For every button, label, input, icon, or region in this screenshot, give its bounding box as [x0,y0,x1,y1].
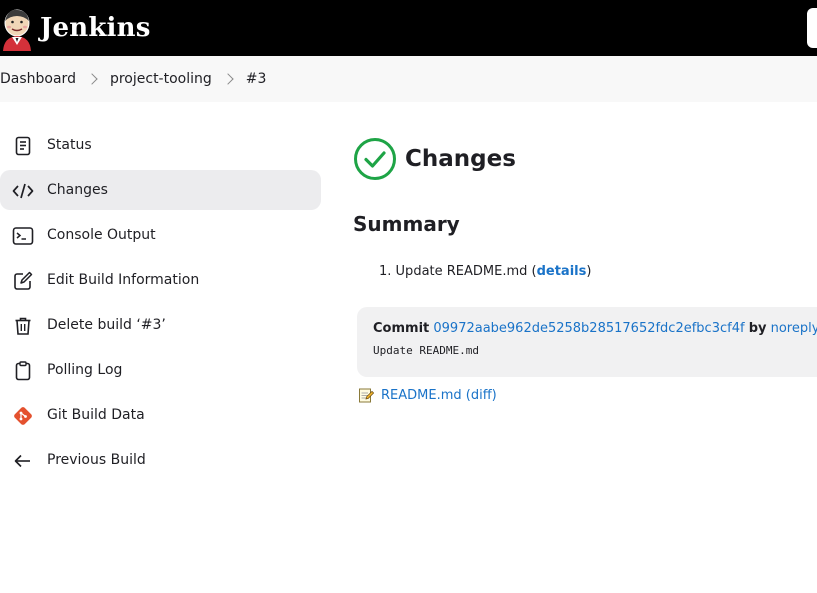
breadcrumb-project[interactable]: project-tooling [110,71,212,87]
chevron-right-icon [86,73,98,85]
success-check-icon [354,138,396,180]
status-icon [12,135,34,157]
summary-heading: Summary [353,212,460,236]
sidebar-item-changes[interactable]: Changes [0,170,321,210]
sidebar-item-label: Delete build ‘#3’ [47,317,166,333]
git-icon [12,405,34,427]
sidebar-item-console-output[interactable]: Console Output [0,215,322,255]
edit-icon [12,270,34,292]
header-search-box[interactable] [807,8,817,48]
sidebar-item-label: Changes [47,182,108,198]
commit-by: by [748,321,767,336]
sidebar-item-label: Previous Build [47,452,146,468]
change-item-text: Update README.md ( [395,264,537,279]
breadcrumb-dashboard[interactable]: Dashboard [0,71,76,87]
breadcrumb-build[interactable]: #3 [246,71,267,87]
page-title: Changes [405,146,516,172]
terminal-icon [12,225,34,247]
sidebar-item-edit-build-information[interactable]: Edit Build Information [0,260,322,300]
commit-label: Commit [373,321,430,336]
commit-hash-link[interactable]: 09972aabe962de5258b28517652fdc2efbc3cf4f [433,321,744,336]
sidebar-item-label: Git Build Data [47,407,145,423]
sidebar-item-git-build-data[interactable]: Git Build Data [0,395,322,435]
clipboard-icon [12,360,34,382]
commit-author-link[interactable]: noreply [771,321,817,336]
change-item-number: 1. [379,264,392,279]
arrow-left-icon [12,450,34,472]
sidebar-item-label: Edit Build Information [47,272,200,288]
breadcrumb: Dashboard project-tooling #3 [0,56,817,102]
chevron-right-icon [222,73,234,85]
sidebar-item-label: Console Output [47,227,156,243]
file-edit-icon [359,388,374,403]
commit-box: Commit 09972aabe962de5258b28517652fdc2ef… [357,307,817,377]
jenkins-logo[interactable]: Jenkins [0,0,151,56]
sidebar-item-previous-build[interactable]: Previous Build [0,440,322,480]
changed-file-row: README.md (diff) [358,387,497,403]
commit-line: Commit 09972aabe962de5258b28517652fdc2ef… [373,321,817,336]
sidebar-item-polling-log[interactable]: Polling Log [0,350,322,390]
code-icon [12,180,34,202]
main-content: Changes Summary 1. Update README.md (det… [353,136,817,403]
jenkins-butler-icon [3,9,31,51]
file-name-link[interactable]: README.md [381,388,462,403]
change-list: 1. Update README.md (details) [379,264,817,279]
trash-icon [12,315,34,337]
page-title-row: Changes [353,136,817,182]
sidebar: Status Changes Console Output Edit Build… [0,125,322,485]
sidebar-item-label: Polling Log [47,362,123,378]
file-diff-link[interactable]: (diff) [466,388,497,403]
commit-message: Update README.md [373,344,479,357]
sidebar-item-label: Status [47,137,92,153]
change-item-close: ) [586,264,592,279]
top-header: Jenkins [0,0,817,56]
sidebar-item-status[interactable]: Status [0,125,322,165]
details-link[interactable]: details [537,264,587,279]
app-title: Jenkins [40,13,151,43]
sidebar-item-delete-build[interactable]: Delete build ‘#3’ [0,305,322,345]
